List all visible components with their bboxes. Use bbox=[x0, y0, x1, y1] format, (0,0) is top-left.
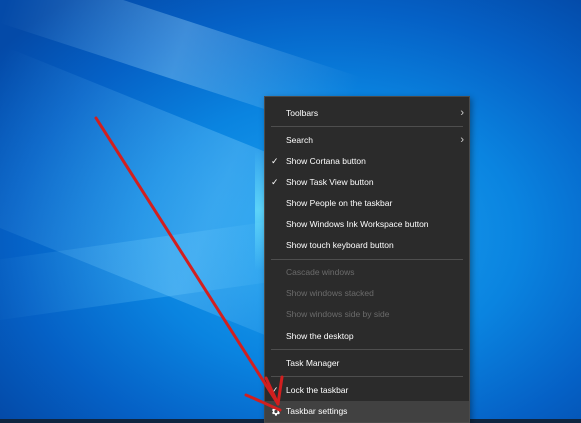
red-annotation-arrow bbox=[94, 116, 284, 412]
